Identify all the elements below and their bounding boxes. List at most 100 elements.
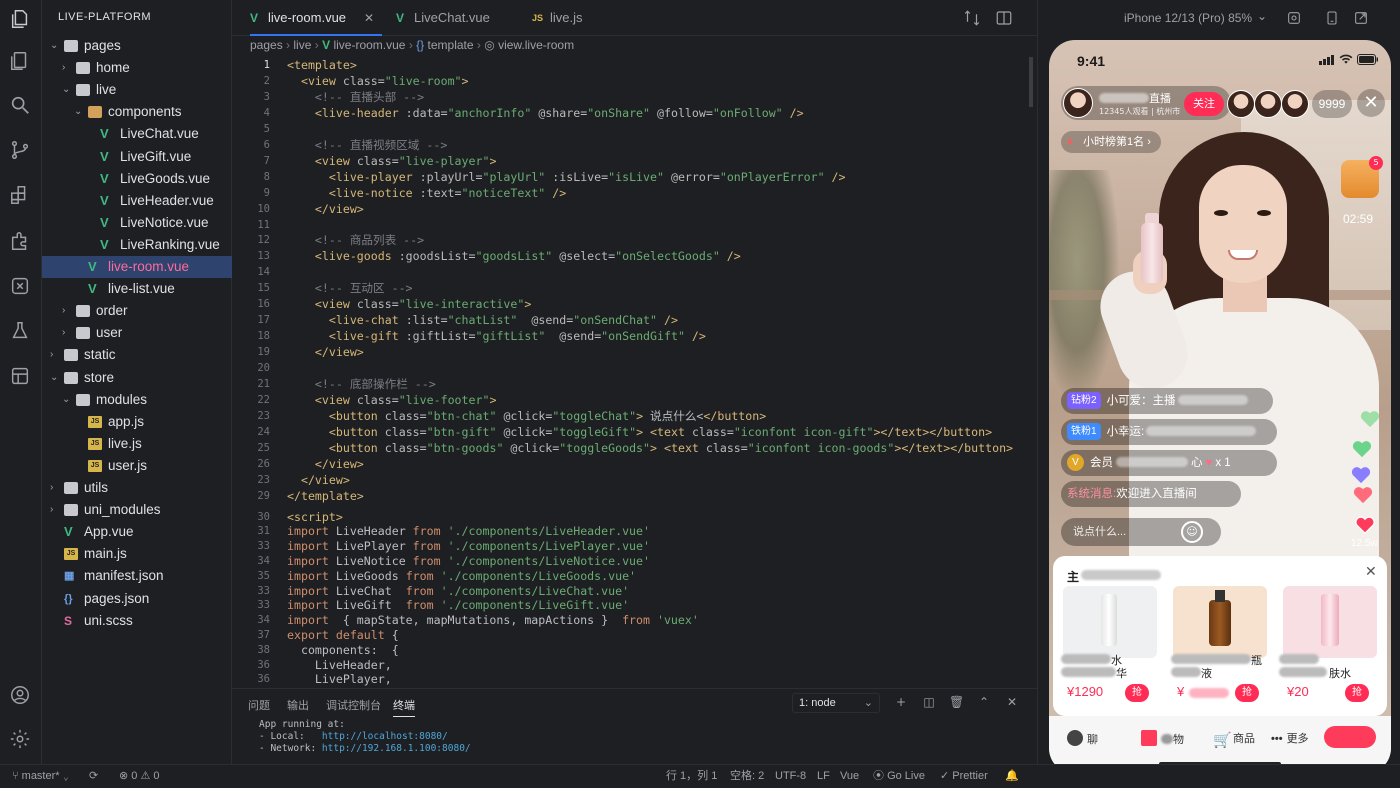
tree-item[interactable]: ⌄ store: [42, 367, 232, 389]
extensions-icon[interactable]: [9, 184, 33, 208]
tree-item[interactable]: V LiveHeader.vue: [42, 190, 232, 212]
code-line[interactable]: 23 <button class="btn-chat" @click="togg…: [232, 408, 1022, 424]
terminal-url[interactable]: http://192.168.1.100:8080/: [322, 743, 471, 754]
code-line[interactable]: 3 <!-- 直播头部 -->: [232, 89, 1022, 105]
code-line[interactable]: 21 <!-- 底部操作栏 -->: [232, 376, 1022, 392]
tree-item[interactable]: V LiveGift.vue: [42, 146, 232, 168]
chevron-down-icon[interactable]: ⌄: [50, 367, 62, 389]
chevron-up-icon[interactable]: ⌃: [977, 695, 991, 709]
code-line[interactable]: 17 <live-chat :list="chatList" @send="on…: [232, 312, 1022, 328]
chevron-right-icon[interactable]: ›: [62, 57, 74, 79]
code-line[interactable]: 6 <!-- 直播视频区域 -->: [232, 137, 1022, 153]
tree-item[interactable]: ▦ manifest.json: [42, 565, 232, 587]
code-line[interactable]: 1 <template>: [232, 57, 1022, 73]
device-select[interactable]: iPhone 12/13 (Pro) 85%: [1124, 11, 1252, 25]
primary-action-button[interactable]: [1324, 726, 1376, 748]
code-line[interactable]: 7 <view class="live-player">: [232, 153, 1022, 169]
tree-item[interactable]: › home: [42, 57, 232, 79]
code-line[interactable]: 34 import { mapState, mapMutations, mapAc…: [232, 612, 1022, 628]
tree-item[interactable]: ⌄ pages: [42, 35, 232, 57]
breadcrumb-item[interactable]: template: [428, 38, 474, 52]
tree-item[interactable]: V App.vue: [42, 521, 232, 543]
tree-item[interactable]: V LiveRanking.vue: [42, 234, 232, 256]
panel-tab-terminal[interactable]: 终端: [393, 697, 415, 717]
code-line[interactable]: 25 <button class="btn-goods" @click="tog…: [232, 440, 1022, 456]
flask-icon[interactable]: [9, 320, 33, 344]
prettier[interactable]: ✓ Prettier: [940, 765, 988, 788]
tree-item[interactable]: ⌄ live: [42, 79, 232, 101]
anchor-avatar[interactable]: [1063, 88, 1093, 118]
code-line[interactable]: 19 </view>: [232, 344, 1022, 360]
chevron-down-icon[interactable]: ⌄: [62, 389, 74, 411]
chevron-right-icon[interactable]: ›: [62, 322, 74, 344]
code-line[interactable]: 13 <live-goods :goodsList="goodsList" @s…: [232, 248, 1022, 264]
go-live[interactable]: ⦿ Go Live: [873, 765, 925, 788]
close-panel-icon[interactable]: ✕: [1005, 695, 1019, 709]
tree-item[interactable]: › utils: [42, 477, 232, 499]
tree-item[interactable]: ⌄ modules: [42, 389, 232, 411]
gift-button[interactable]: 物: [1141, 730, 1184, 747]
breadcrumb-item[interactable]: live-room.vue: [333, 38, 405, 52]
tree-item[interactable]: Suni.scss: [42, 610, 232, 632]
code-line[interactable]: 35 import LiveGoods from './components/Li…: [232, 568, 1022, 584]
code-line[interactable]: 37 export default {: [232, 627, 1022, 643]
editor-scrollbar[interactable]: [1029, 57, 1033, 107]
problems-indicator[interactable]: ⊗ 0 ⚠ 0: [119, 765, 160, 788]
files-icon[interactable]: [9, 8, 33, 32]
code-line[interactable]: 36 LiveHeader,: [232, 657, 1022, 673]
like-heart-icon[interactable]: [1355, 516, 1375, 534]
code-line[interactable]: 24 <button class="btn-gift" @click="togg…: [232, 424, 1022, 440]
close-tab-icon[interactable]: ✕: [364, 0, 374, 36]
goods-card[interactable]: [1063, 586, 1157, 658]
code-line[interactable]: 12 <!-- 商品列表 -->: [232, 232, 1022, 248]
compare-icon[interactable]: [963, 9, 981, 27]
tree-item[interactable]: JS main.js: [42, 543, 232, 565]
more-button[interactable]: ••• 更多: [1271, 730, 1309, 746]
viewer-avatar[interactable]: [1227, 90, 1255, 118]
account-icon[interactable]: [9, 684, 33, 708]
code-line[interactable]: 11: [232, 217, 1022, 233]
code-line[interactable]: 20: [232, 360, 1022, 376]
code-line[interactable]: 26 </view>: [232, 456, 1022, 472]
puzzle-icon[interactable]: [9, 230, 33, 254]
branch-indicator[interactable]: ⑂ master* ⌄: [12, 765, 69, 788]
code-line[interactable]: 31 import LiveHeader from './components/L…: [232, 523, 1022, 539]
source-control-icon[interactable]: [9, 139, 33, 163]
code-line[interactable]: 34 import LiveNotice from './components/L…: [232, 553, 1022, 569]
grab-button[interactable]: 抢: [1235, 684, 1259, 702]
chat-button[interactable]: 聊: [1067, 730, 1098, 747]
chevron-right-icon[interactable]: ›: [50, 499, 62, 521]
tree-item[interactable]: JS user.js: [42, 455, 232, 477]
chevron-down-icon[interactable]: ⌄: [50, 35, 62, 57]
tree-item[interactable]: V LiveChat.vue: [42, 123, 232, 145]
debug-icon[interactable]: [9, 275, 33, 299]
tree-item[interactable]: ⌄ components: [42, 101, 232, 123]
breadcrumb-item[interactable]: view.live-room: [498, 38, 574, 52]
indentation[interactable]: 空格: 2: [730, 765, 764, 788]
line-ending[interactable]: LF: [817, 765, 830, 788]
code-line[interactable]: 33 import LiveChat from './components/Liv…: [232, 583, 1022, 599]
panel-tab-output[interactable]: 输出: [287, 697, 309, 713]
breadcrumb-item[interactable]: live: [293, 38, 311, 52]
tree-item[interactable]: {} pages.json: [42, 588, 232, 610]
tree-item[interactable]: › static: [42, 344, 232, 366]
code-line[interactable]: 36 LivePlayer,: [232, 671, 1022, 687]
code-line[interactable]: 38 components: {: [232, 642, 1022, 658]
cursor-position[interactable]: 行 1，列 1: [666, 765, 717, 788]
code-line[interactable]: 8 <live-player :playUrl="playUrl" :isLiv…: [232, 169, 1022, 185]
viewer-avatar[interactable]: [1281, 90, 1309, 118]
chevron-right-icon[interactable]: ›: [62, 300, 74, 322]
code-line[interactable]: 18 <live-gift :giftList="giftList" @send…: [232, 328, 1022, 344]
breadcrumb-item[interactable]: pages: [250, 38, 283, 52]
split-editor-icon[interactable]: [995, 9, 1013, 27]
tree-item[interactable]: › uni_modules: [42, 499, 232, 521]
terminal-url[interactable]: http://localhost:8080/: [322, 731, 448, 742]
tree-item[interactable]: V LiveNotice.vue: [42, 212, 232, 234]
encoding[interactable]: UTF-8: [775, 765, 806, 788]
code-line[interactable]: 2 <view class="live-room">: [232, 73, 1022, 89]
goods-card[interactable]: [1173, 586, 1267, 658]
tree-item[interactable]: Vlive-list.vue: [42, 278, 232, 300]
follow-button[interactable]: 关注: [1184, 92, 1224, 116]
target-icon[interactable]: [1286, 10, 1302, 26]
layout-icon[interactable]: [9, 365, 33, 389]
